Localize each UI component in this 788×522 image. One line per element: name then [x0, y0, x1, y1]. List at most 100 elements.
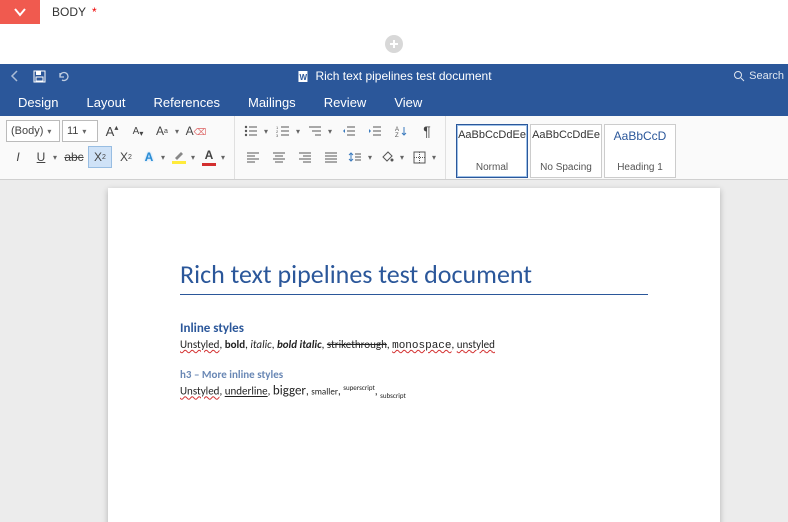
tab-mailings[interactable]: Mailings — [234, 88, 310, 116]
justify-button[interactable] — [319, 146, 343, 168]
tab-references[interactable]: References — [140, 88, 234, 116]
ribbon-tabs: Design Layout References Mailings Review… — [0, 88, 788, 116]
unsaved-indicator: * — [92, 5, 97, 19]
multilevel-list-icon — [308, 125, 322, 137]
increase-indent-button[interactable] — [363, 120, 387, 142]
cms-expand-toggle[interactable] — [0, 0, 40, 24]
style-sample: AaBbCcD — [614, 129, 667, 143]
cms-top-bar: BODY * — [0, 0, 788, 24]
caret-down-icon: ▾ — [47, 127, 51, 136]
bullet-list-icon — [244, 125, 258, 137]
tab-review[interactable]: Review — [310, 88, 381, 116]
doc-heading-1[interactable]: Rich text pipelines test document — [180, 258, 648, 295]
document-title-area: W Rich text pipelines test document — [296, 69, 491, 83]
document-title: Rich text pipelines test document — [315, 69, 491, 83]
text-monospace: monospace — [392, 340, 451, 352]
search-label: Search — [749, 70, 784, 82]
undo-icon — [56, 69, 70, 83]
tab-layout[interactable]: Layout — [72, 88, 139, 116]
add-block-button[interactable] — [385, 35, 403, 53]
shading-button[interactable]: ▾ — [377, 146, 407, 168]
outdent-icon — [342, 125, 356, 137]
paint-bucket-icon — [380, 151, 394, 164]
bullets-button[interactable]: ▾ — [241, 120, 271, 142]
paragraph-group: ▾ 123▾ ▾ AZ ¶ ▾ ▾ ▾ — [235, 116, 446, 179]
doc-heading-2[interactable]: Inline styles — [180, 321, 648, 336]
clear-formatting-button[interactable]: A⌫ — [184, 120, 208, 142]
save-button[interactable] — [28, 65, 50, 87]
ribbon: (Body)▾ 11▾ A▴ A▾ Aa▾ A⌫ I U▾ abc X2 X2 … — [0, 116, 788, 180]
borders-icon — [413, 151, 426, 164]
style-name: Heading 1 — [617, 162, 663, 173]
text-bold: bold — [225, 338, 245, 351]
tab-view[interactable]: View — [380, 88, 436, 116]
font-size-combo[interactable]: 11 ▾ — [62, 120, 98, 142]
cms-add-row — [0, 24, 788, 64]
text-underline: underline — [225, 385, 268, 398]
grow-font-button[interactable]: A▴ — [100, 120, 124, 142]
align-center-icon — [272, 151, 286, 163]
text-bigger: bigger — [273, 384, 306, 399]
style-name: Normal — [476, 162, 508, 173]
chevron-left-icon — [8, 69, 22, 83]
line-spacing-button[interactable]: ▾ — [345, 146, 375, 168]
text-strike: strikethrough — [327, 338, 387, 351]
font-name-combo[interactable]: (Body)▾ — [6, 120, 60, 142]
page[interactable]: Rich text pipelines test document Inline… — [108, 188, 720, 522]
text-effects-button[interactable]: A▾ — [140, 146, 168, 168]
highlighter-icon — [173, 150, 185, 160]
change-case-button[interactable]: Aa▾ — [152, 120, 182, 142]
caret-down-icon: ▾ — [82, 127, 86, 136]
search-icon — [733, 70, 745, 82]
styles-group: AaBbCcDdEe Normal AaBbCcDdEe No Spacing … — [446, 116, 686, 179]
tab-design[interactable]: Design — [4, 88, 72, 116]
style-heading-1[interactable]: AaBbCcD Heading 1 — [604, 124, 676, 178]
text-subscript: subscript — [380, 391, 406, 400]
style-sample: AaBbCcDdEe — [532, 129, 600, 141]
sort-icon: AZ — [394, 125, 408, 137]
indent-icon — [368, 125, 382, 137]
underline-button[interactable]: U▾ — [32, 146, 60, 168]
font-size-value: 11 — [67, 125, 78, 137]
doc-paragraph[interactable]: Unstyled, bold, italic, bold italic, str… — [180, 338, 648, 352]
strikethrough-button[interactable]: abc — [62, 146, 86, 168]
svg-text:Z: Z — [395, 133, 399, 137]
text-smaller: smaller — [311, 387, 338, 398]
shrink-font-button[interactable]: A▾ — [126, 120, 150, 142]
chevron-down-icon — [13, 5, 27, 19]
svg-text:W: W — [299, 73, 307, 82]
align-right-button[interactable] — [293, 146, 317, 168]
italic-button[interactable]: I — [6, 146, 30, 168]
borders-button[interactable]: ▾ — [409, 146, 439, 168]
save-icon — [33, 70, 46, 83]
line-spacing-icon — [348, 151, 362, 163]
sort-button[interactable]: AZ — [389, 120, 413, 142]
align-left-icon — [246, 151, 260, 163]
style-normal[interactable]: AaBbCcDdEe Normal — [456, 124, 528, 178]
highlight-button[interactable]: ▾ — [170, 146, 198, 168]
undo-button[interactable] — [52, 65, 74, 87]
numbering-button[interactable]: 123▾ — [273, 120, 303, 142]
decrease-indent-button[interactable] — [337, 120, 361, 142]
multilevel-list-button[interactable]: ▾ — [305, 120, 335, 142]
text-bold-italic: bold italic — [277, 338, 322, 351]
font-color-button[interactable]: A▾ — [200, 146, 228, 168]
style-sample: AaBbCcDdEe — [458, 129, 526, 141]
font-group: (Body)▾ 11▾ A▴ A▾ Aa▾ A⌫ I U▾ abc X2 X2 … — [0, 116, 235, 179]
text-italic: italic — [250, 338, 271, 351]
doc-heading-3[interactable]: h3 – More inline styles — [180, 368, 648, 381]
style-no-spacing[interactable]: AaBbCcDdEe No Spacing — [530, 124, 602, 178]
document-canvas[interactable]: Rich text pipelines test document Inline… — [0, 180, 788, 522]
show-marks-button[interactable]: ¶ — [415, 120, 439, 142]
text-unstyled: Unstyled — [180, 385, 219, 398]
doc-paragraph[interactable]: Unstyled, underline, bigger, smaller, su… — [180, 383, 648, 400]
align-center-button[interactable] — [267, 146, 291, 168]
word-title-bar: W Rich text pipelines test document Sear… — [0, 64, 788, 88]
subscript-button[interactable]: X2 — [88, 146, 112, 168]
align-right-icon — [298, 151, 312, 163]
style-name: No Spacing — [540, 162, 592, 173]
superscript-button[interactable]: X2 — [114, 146, 138, 168]
search-area[interactable]: Search — [733, 70, 784, 82]
align-left-button[interactable] — [241, 146, 265, 168]
back-button[interactable] — [4, 65, 26, 87]
